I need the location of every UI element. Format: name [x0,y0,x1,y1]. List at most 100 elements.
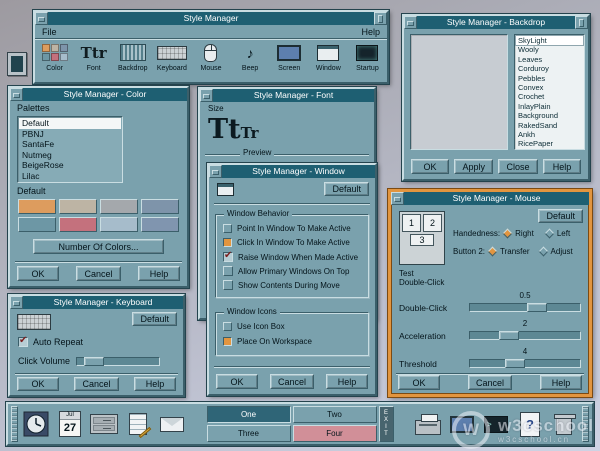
backdrop-item[interactable]: Pebbles [516,74,583,83]
ok-button[interactable]: OK [411,159,449,174]
double-click-slider[interactable] [469,303,581,312]
option-primary-on-top[interactable]: Allow Primary Windows On Top [223,266,349,276]
backdrop-list[interactable]: SkyLight Wooly Leaves Corduroy Pebbles C… [514,34,585,150]
mouse-graphic[interactable]: 1 2 3 [399,211,445,265]
window-menu-button[interactable] [10,296,23,309]
style-item-mouse[interactable]: Mouse [191,39,230,83]
backdrop-item[interactable]: SkyLight [516,36,583,45]
option-place-on-workspace[interactable]: Place On Workspace [223,337,312,346]
backdrop-item[interactable]: Leaves [516,55,583,64]
option-label[interactable]: Adjust [551,247,573,256]
slider-thumb[interactable] [84,357,104,366]
style-item-beep[interactable]: ♪ Beep [231,39,270,83]
window-menu-button[interactable] [391,192,404,205]
backdrop-item[interactable]: InlayPlain [516,102,583,111]
backdrop-item[interactable]: Background [516,111,583,120]
panel-handle-left[interactable] [11,406,18,442]
style-item-startup[interactable]: Startup [348,39,387,83]
mouse-button-1[interactable]: 1 [402,214,421,232]
cancel-button[interactable]: Cancel [270,374,314,389]
exit-button[interactable]: EXIT [379,406,394,442]
window-menu-button[interactable] [35,12,48,25]
style-item-font[interactable]: Ttr Font [74,39,113,83]
palette-item[interactable]: Default [19,118,121,129]
backdrop-item[interactable]: RicePaper [516,139,583,148]
slider-thumb[interactable] [505,359,525,368]
option-point-in-window[interactable]: Point In Window To Make Active [223,224,351,233]
color-swatch[interactable] [18,217,56,232]
style-item-color[interactable]: Color [35,39,74,83]
close-button[interactable]: Close [498,159,537,174]
backdrop-item[interactable]: Crochet [516,92,583,101]
help-menu[interactable]: Help [361,27,380,37]
ok-button[interactable]: OK [216,374,258,389]
option-use-icon-box[interactable]: Use Icon Box [223,322,285,331]
file-manager-launcher[interactable] [88,406,120,442]
color-swatch[interactable] [141,217,179,232]
file-menu[interactable]: File [42,27,57,37]
palette-item[interactable]: BeigeRose [19,160,121,171]
window-menu-button[interactable] [404,16,417,29]
radio-adjust[interactable] [538,247,548,257]
mouse-button-2[interactable]: 2 [423,214,442,232]
style-item-window[interactable]: Window [309,39,348,83]
color-swatch[interactable] [59,199,97,214]
workspace-four-button[interactable]: Four [293,425,377,442]
option-show-contents[interactable]: Show Contents During Move [223,280,340,290]
color-swatch[interactable] [18,199,56,214]
apply-button[interactable]: Apply [454,159,493,174]
help-button[interactable]: Help [326,374,368,389]
clock-launcher[interactable] [20,406,52,442]
default-button[interactable]: Default [324,182,369,196]
slider-thumb[interactable] [499,331,519,340]
palette-item[interactable]: SantaFe [19,139,121,150]
mail-launcher[interactable] [156,406,188,442]
palette-item[interactable]: Nutmeg [19,150,121,161]
default-button[interactable]: Default [132,312,177,326]
help-button[interactable]: Help [134,377,176,391]
palettes-list[interactable]: Default PBNJ SantaFe Nutmeg BeigeRose Li… [17,116,123,183]
backdrop-item[interactable]: Convex [516,83,583,92]
calendar-launcher[interactable]: Jul 27 [54,406,86,442]
backdrop-item[interactable]: Wooly [516,45,583,54]
text-editor-launcher[interactable] [122,406,154,442]
radio-right[interactable] [503,229,513,239]
ok-button[interactable]: OK [398,375,440,390]
radio-transfer[interactable] [488,247,498,257]
backdrop-item[interactable]: Corduroy [516,64,583,73]
option-raise-window[interactable]: Raise Window When Made Active [223,252,358,262]
option-label[interactable]: Transfer [500,247,530,256]
backdrop-item[interactable]: Ankh [516,130,583,139]
workspace-two-button[interactable]: Two [293,406,377,423]
backdrop-item[interactable]: RakedSand [516,121,583,130]
mouse-button-3[interactable]: 3 [410,234,434,246]
workspace-three-button[interactable]: Three [207,425,291,442]
auto-repeat-option[interactable]: Auto Repeat [18,337,83,347]
slider-thumb[interactable] [527,303,547,312]
palette-item[interactable]: Lilac [19,171,121,182]
click-volume-slider[interactable] [76,357,160,366]
radio-left[interactable] [544,229,554,239]
cancel-button[interactable]: Cancel [468,375,512,390]
threshold-slider[interactable] [469,359,581,368]
number-of-colors-button[interactable]: Number Of Colors... [33,239,164,254]
ok-button[interactable]: OK [17,377,59,391]
workspace-one-button[interactable]: One [207,406,291,423]
color-swatch[interactable] [100,199,138,214]
window-menu-button[interactable] [10,88,23,101]
printer-launcher[interactable] [412,406,444,442]
color-swatch[interactable] [59,217,97,232]
option-click-in-window[interactable]: Click In Window To Make Active [223,238,350,247]
option-label[interactable]: Right [515,229,534,238]
window-menu-button[interactable] [200,89,213,102]
maximize-button[interactable] [374,12,387,25]
maximize-button[interactable] [575,16,588,29]
help-button[interactable]: Help [543,159,581,174]
acceleration-slider[interactable] [469,331,581,340]
color-swatch[interactable] [141,199,179,214]
color-swatch[interactable] [100,217,138,232]
style-item-keyboard[interactable]: Keyboard [152,39,191,83]
option-label[interactable]: Left [557,229,570,238]
ok-button[interactable]: OK [17,266,59,281]
cancel-button[interactable]: Cancel [76,266,120,281]
